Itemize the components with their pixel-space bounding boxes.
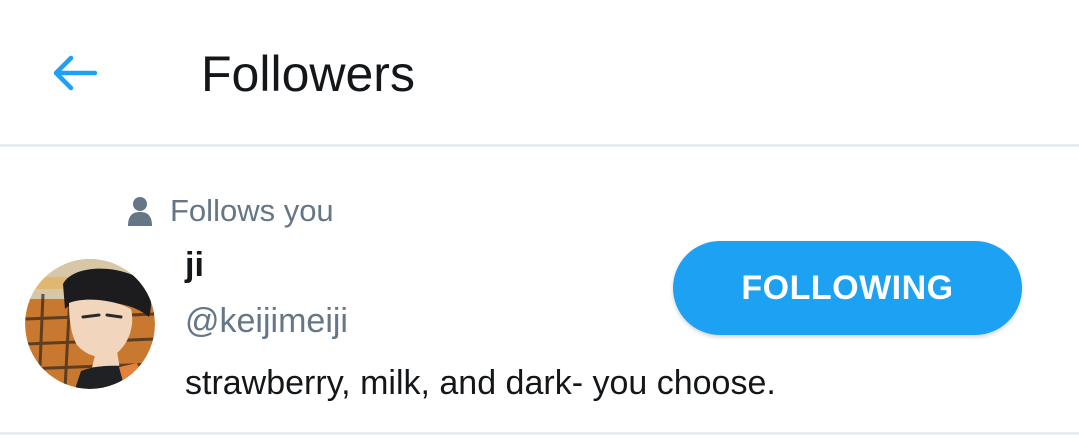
following-button[interactable]: FOLLOWING [673, 241, 1022, 335]
back-button[interactable] [44, 50, 104, 96]
top-app-bar: Followers [0, 0, 1079, 145]
follower-list-item[interactable]: Follows you ji @keijimeiji strawberry, m… [0, 147, 1079, 432]
person-icon [128, 196, 152, 226]
avatar[interactable] [25, 259, 155, 389]
page-title: Followers [201, 46, 415, 102]
row-divider [0, 432, 1079, 435]
follows-you-label: Follows you [170, 193, 334, 228]
follows-you-indicator: Follows you [128, 191, 334, 231]
user-bio: strawberry, milk, and dark- you choose. [185, 364, 776, 402]
display-name[interactable]: ji [185, 245, 204, 285]
user-handle: @keijimeiji [185, 302, 348, 340]
arrow-left-icon [53, 55, 98, 91]
